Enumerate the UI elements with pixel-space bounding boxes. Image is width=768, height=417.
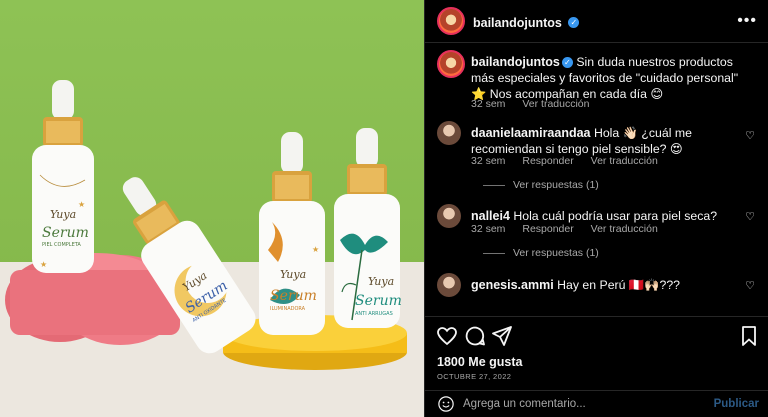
comment-bubble-icon[interactable] bbox=[463, 324, 487, 348]
comment-meta: 32 sem Responder Ver traducción bbox=[471, 155, 672, 167]
caption-text-block: bailandojuntos ✓ Sin duda nuestros produc… bbox=[471, 54, 739, 102]
view-replies-button[interactable]: Ver respuestas (1) bbox=[483, 179, 599, 191]
like-heart-icon[interactable] bbox=[435, 324, 459, 348]
comment-text-block: nallei4 Hola cuál podría usar para piel … bbox=[471, 208, 739, 224]
svg-text:Serum: Serum bbox=[270, 288, 317, 304]
svg-text:★: ★ bbox=[40, 260, 47, 269]
post-actions bbox=[425, 322, 768, 352]
more-options-icon[interactable]: ••• bbox=[737, 12, 757, 30]
caption-avatar[interactable] bbox=[437, 50, 465, 78]
comment-time: 32 sem bbox=[471, 223, 506, 235]
comment-username[interactable]: nallei4 bbox=[471, 209, 510, 223]
likes-count[interactable]: 1800 Me gusta bbox=[437, 355, 522, 369]
comment-item: daanielaamiraandaa Hola 👋🏻 ¿cuál me reco… bbox=[437, 121, 761, 201]
bottle-4: Yuya Serum ANTI ARRUGAS bbox=[334, 128, 402, 328]
caption-time: 32 sem bbox=[471, 98, 506, 110]
reply-button[interactable]: Responder bbox=[522, 223, 573, 235]
add-comment-bar: Publicar bbox=[425, 390, 768, 417]
svg-text:ILUMINADORA: ILUMINADORA bbox=[270, 306, 306, 312]
comment-text: Hola cuál podría usar para piel seca? bbox=[513, 209, 718, 223]
share-paper-plane-icon[interactable] bbox=[490, 324, 514, 348]
like-comment-icon[interactable]: ♡ bbox=[745, 279, 755, 292]
translate-link[interactable]: Ver traducción bbox=[591, 155, 658, 167]
comment-item: genesis.ammi Hay en Perú 🇵🇪🙌🏻??? ♡ bbox=[437, 273, 761, 303]
emoji-smiley-icon[interactable] bbox=[437, 395, 455, 413]
comment-text-block: daanielaamiraandaa Hola 👋🏻 ¿cuál me reco… bbox=[471, 125, 739, 157]
translate-link[interactable]: Ver traducción bbox=[522, 98, 589, 110]
comment-username[interactable]: daanielaamiraandaa bbox=[471, 126, 591, 140]
comment-item: nallei4 Hola cuál podría usar para piel … bbox=[437, 204, 761, 266]
svg-text:★: ★ bbox=[312, 245, 319, 254]
comment-text-block: genesis.ammi Hay en Perú 🇵🇪🙌🏻??? bbox=[471, 277, 739, 293]
like-comment-icon[interactable]: ♡ bbox=[745, 129, 755, 142]
svg-text:Serum: Serum bbox=[355, 293, 402, 309]
post-image[interactable]: Yuya Serum PIEL COMPLETA ★ ★ Yuya Serum … bbox=[0, 0, 424, 417]
comment-username[interactable]: genesis.ammi bbox=[471, 278, 554, 292]
svg-text:PIEL COMPLETA: PIEL COMPLETA bbox=[42, 242, 81, 248]
verified-badge-icon: ✓ bbox=[568, 17, 580, 29]
reply-button[interactable]: Responder bbox=[522, 155, 573, 167]
product-scene: Yuya Serum PIEL COMPLETA ★ ★ Yuya Serum … bbox=[5, 80, 407, 370]
bottle-1: Yuya Serum PIEL COMPLETA ★ ★ bbox=[32, 80, 94, 273]
svg-text:Yuya: Yuya bbox=[50, 208, 76, 221]
post-header: bailandojuntos ✓ ••• bbox=[425, 0, 768, 43]
caption-username[interactable]: bailandojuntos bbox=[471, 55, 560, 69]
bookmark-icon[interactable] bbox=[737, 324, 761, 348]
author-name-row: bailandojuntos ✓ bbox=[473, 14, 580, 32]
divider bbox=[425, 316, 768, 317]
translate-link[interactable]: Ver traducción bbox=[591, 223, 658, 235]
comment-input[interactable] bbox=[463, 394, 703, 414]
author-username[interactable]: bailandojuntos bbox=[473, 16, 562, 30]
like-comment-icon[interactable]: ♡ bbox=[745, 210, 755, 223]
comment-time: 32 sem bbox=[471, 155, 506, 167]
caption-meta: 32 sem Ver traducción bbox=[471, 98, 603, 110]
caption: bailandojuntos ✓ Sin duda nuestros produc… bbox=[437, 50, 761, 110]
post-panel: bailandojuntos ✓ ••• bailandojuntos ✓ Sin… bbox=[424, 0, 768, 417]
svg-text:Serum: Serum bbox=[42, 225, 89, 241]
svg-text:★: ★ bbox=[78, 200, 85, 209]
commenter-avatar[interactable] bbox=[437, 204, 461, 228]
comment-text: Hay en Perú 🇵🇪🙌🏻??? bbox=[557, 278, 681, 292]
svg-text:Yuya: Yuya bbox=[368, 275, 394, 288]
post-date: OCTUBRE 27, 2022 bbox=[437, 372, 512, 381]
svg-text:Yuya: Yuya bbox=[280, 268, 306, 281]
publish-button[interactable]: Publicar bbox=[714, 398, 759, 410]
commenter-avatar[interactable] bbox=[437, 273, 461, 297]
bottle-3: Yuya Serum ILUMINADORA ★ bbox=[259, 132, 325, 335]
verified-badge-icon: ✓ bbox=[561, 57, 573, 69]
view-replies-button[interactable]: Ver respuestas (1) bbox=[483, 247, 599, 259]
comment-meta: 32 sem Responder Ver traducción bbox=[471, 223, 672, 235]
svg-text:ANTI ARRUGAS: ANTI ARRUGAS bbox=[355, 311, 393, 317]
commenter-avatar[interactable] bbox=[437, 121, 461, 145]
author-avatar[interactable] bbox=[437, 7, 465, 35]
